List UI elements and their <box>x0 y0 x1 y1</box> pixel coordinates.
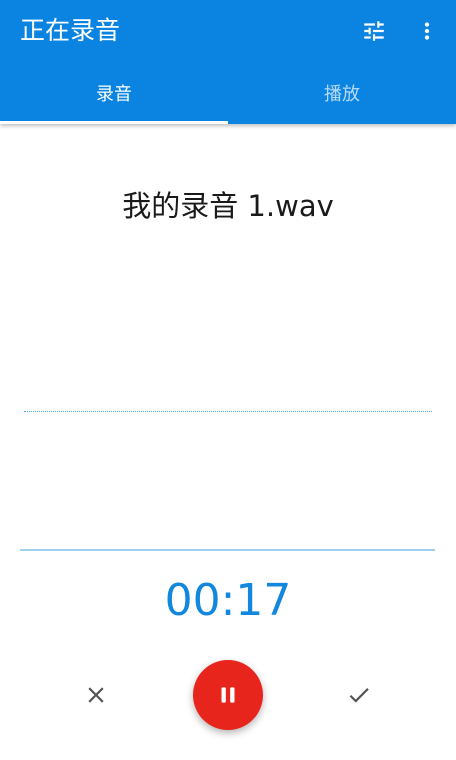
recording-filename: 我的录音 1.wav <box>122 189 334 223</box>
more-vert-icon <box>424 22 430 40</box>
more-options-button[interactable] <box>407 11 447 51</box>
waveform-line <box>24 411 432 412</box>
tune-icon <box>364 21 384 41</box>
elapsed-timer: 00:17 <box>164 575 292 626</box>
confirm-button[interactable] <box>337 673 381 717</box>
pause-button[interactable] <box>193 660 263 730</box>
cancel-button[interactable] <box>74 673 118 717</box>
tab-record-label: 录音 <box>96 84 132 105</box>
tune-button[interactable] <box>354 11 394 51</box>
check-icon <box>349 688 369 703</box>
tab-playback[interactable]: 播放 <box>228 62 456 124</box>
tab-bar: 录音 播放 <box>0 62 456 124</box>
close-icon <box>88 687 104 703</box>
page-title: 正在录音 <box>20 16 121 45</box>
tab-playback-label: 播放 <box>324 84 360 105</box>
pause-icon <box>221 687 235 703</box>
app-bar: 正在录音 录音 播放 <box>0 0 456 124</box>
divider <box>20 549 435 551</box>
tab-record[interactable]: 录音 <box>0 62 228 124</box>
